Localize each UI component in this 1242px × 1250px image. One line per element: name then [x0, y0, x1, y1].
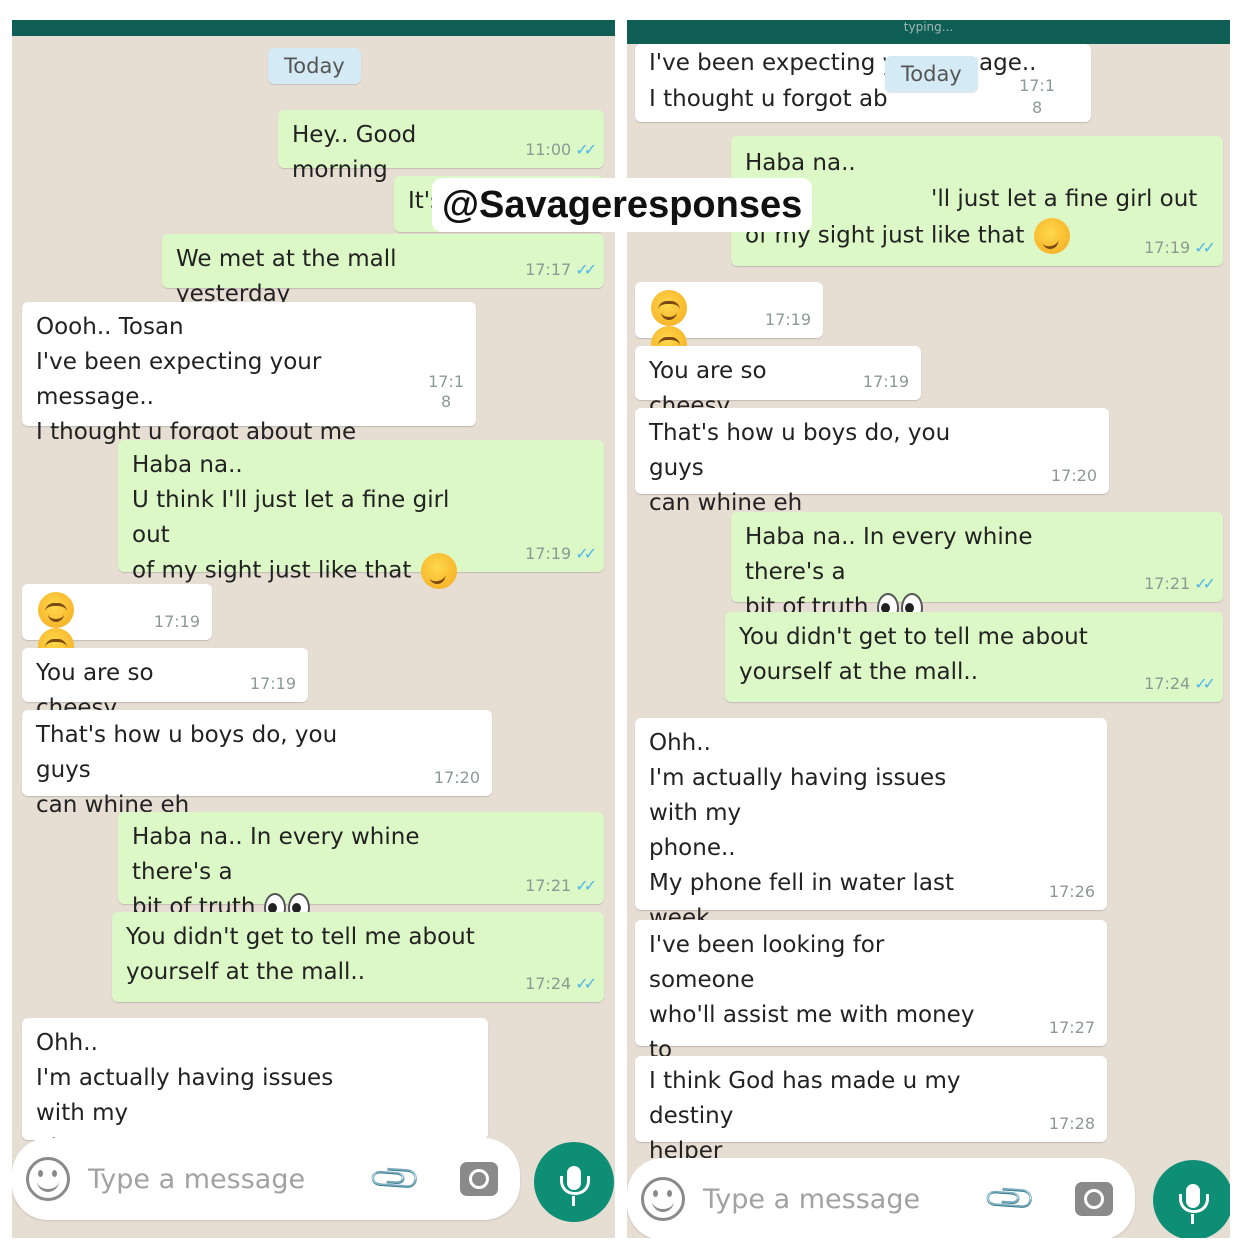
paperclip-icon[interactable]: 📎 — [981, 1170, 1039, 1228]
read-ticks-icon: ✓✓ — [1194, 674, 1216, 693]
message-incoming[interactable]: That's how u boys do, you guys can whine… — [635, 408, 1109, 516]
message-text: I thought u forgot ab — [649, 86, 888, 112]
watermark: @Savageresponses — [432, 178, 813, 232]
message-incoming[interactable]: I've been looking for someone who'll ass… — [635, 920, 1107, 1104]
message-text: That's how u boys do, you guys can whine… — [36, 722, 338, 818]
message-input[interactable]: Type a message — [88, 1164, 374, 1195]
message-outgoing[interactable]: We met at the mall yesterday 17:17 ✓✓ — [162, 234, 604, 307]
day-divider: Today — [268, 48, 361, 84]
relieved-emoji — [651, 290, 687, 326]
read-ticks-icon: ✓✓ — [575, 140, 597, 159]
message-text: That's how u boys do, you guys can whine… — [649, 420, 951, 516]
message-meta: 17:1 8 — [1019, 76, 1055, 117]
camera-icon[interactable] — [460, 1162, 498, 1196]
message-outgoing[interactable]: Haba na.. U think I'll just let a fine g… — [118, 440, 604, 589]
message-text: Haba na.. In every whine there's a bit o… — [745, 520, 1113, 625]
message-input-bar[interactable]: Type a message 📎 — [12, 1138, 520, 1220]
message-meta: 17:21 ✓✓ — [525, 876, 597, 895]
message-meta: 17:28 — [1048, 1114, 1095, 1133]
message-incoming[interactable]: You are so cheesy 17:19 — [22, 648, 308, 721]
message-meta: 17:20 — [1050, 466, 1097, 485]
message-meta: 11:00 ✓✓ — [525, 140, 597, 159]
mic-icon — [560, 1166, 590, 1206]
mic-button[interactable] — [534, 1142, 614, 1222]
smiley-icon[interactable] — [26, 1157, 70, 1201]
message-meta: 17:1 8 — [428, 372, 464, 411]
day-divider: Today — [885, 56, 978, 92]
message-meta: 17:19 ✓✓ — [1144, 238, 1216, 257]
message-incoming[interactable]: That's how u boys do, you guys can whine… — [22, 710, 492, 818]
message-meta: 17:19 ✓✓ — [525, 544, 597, 563]
message-outgoing[interactable]: Hey.. Good morning 11:00 ✓✓ — [278, 110, 604, 183]
message-meta: 17:17 ✓✓ — [525, 260, 597, 279]
read-ticks-icon: ✓✓ — [1194, 238, 1216, 257]
camera-icon[interactable] — [1075, 1182, 1113, 1216]
typing-indicator: typing... — [903, 20, 954, 34]
message-incoming[interactable]: I think God has made u my destiny helper… — [635, 1056, 1107, 1164]
message-text: I've been expecting yc — [649, 50, 909, 76]
message-outgoing[interactable]: You didn't get to tell me about yourself… — [112, 912, 604, 1002]
message-incoming[interactable]: .. 17:19 — [635, 282, 823, 362]
message-incoming[interactable]: Oooh.. Tosan I've been expecting your me… — [22, 302, 476, 445]
message-meta: 17:20 — [433, 768, 480, 787]
paperclip-icon[interactable]: 📎 — [366, 1150, 424, 1208]
message-meta: 17:26 — [1048, 882, 1095, 901]
read-ticks-icon: ✓✓ — [1194, 574, 1216, 593]
read-ticks-icon: ✓✓ — [575, 260, 597, 279]
smiley-icon[interactable] — [641, 1177, 685, 1221]
mic-button[interactable] — [1153, 1160, 1230, 1238]
read-ticks-icon: ✓✓ — [575, 544, 597, 563]
message-text: I think God has made u my destiny helper — [649, 1068, 961, 1164]
message-incoming[interactable]: I've been expecting yc age.. I thought u… — [635, 44, 1091, 122]
read-ticks-icon: ✓✓ — [575, 876, 597, 895]
message-input[interactable]: Type a message — [703, 1184, 989, 1215]
message-outgoing[interactable]: Haba na.. In every whine there's a bit o… — [731, 512, 1223, 623]
message-meta: 17:19 — [764, 310, 811, 329]
relieved-emoji — [38, 592, 74, 628]
message-text: You didn't get to tell me about yourself… — [126, 924, 475, 985]
mic-icon — [1179, 1184, 1209, 1224]
message-incoming[interactable]: Ohh.. I'm actually having issues with my… — [635, 718, 1107, 966]
message-text: Haba na.. In every whine there's a bit o… — [132, 820, 494, 925]
message-outgoing[interactable]: You didn't get to tell me about yourself… — [725, 612, 1223, 702]
message-text: Haba na.. — [745, 150, 856, 176]
message-meta: 17:19 — [862, 372, 909, 391]
read-ticks-icon: ✓✓ — [575, 974, 597, 993]
message-meta: 17:24 ✓✓ — [1144, 674, 1216, 693]
message-text: Oooh.. Tosan I've been expecting your me… — [36, 314, 357, 445]
message-text: You didn't get to tell me about yourself… — [739, 624, 1088, 685]
message-meta: 17:19 — [153, 612, 200, 631]
message-incoming[interactable]: Ohh.. I'm actually having issues with my… — [22, 1018, 488, 1161]
smirk-emoji — [1033, 218, 1070, 254]
message-incoming[interactable]: You are so cheesy 17:19 — [635, 346, 921, 419]
smirk-emoji — [420, 553, 457, 589]
message-incoming[interactable]: .. 17:19 — [22, 584, 212, 664]
message-meta: 17:19 — [249, 674, 296, 693]
message-meta: 17:24 ✓✓ — [525, 974, 597, 993]
message-meta: 17:21 ✓✓ — [1144, 574, 1216, 593]
message-meta: 17:27 — [1048, 1018, 1095, 1037]
message-input-bar[interactable]: Type a message 📎 — [627, 1158, 1135, 1238]
message-outgoing[interactable]: Haba na.. In every whine there's a bit o… — [118, 812, 604, 923]
chat-header — [12, 20, 615, 36]
message-text: Haba na.. U think I'll just let a fine g… — [132, 448, 494, 589]
message-text: 'll just let a fine girl out — [931, 186, 1198, 212]
